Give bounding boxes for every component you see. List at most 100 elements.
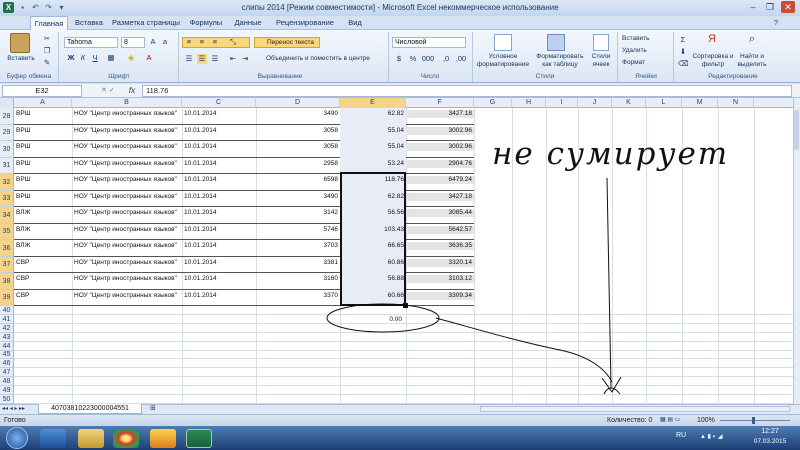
align-left-icon[interactable]: ☰ (184, 54, 194, 64)
column-header-e[interactable]: E (340, 98, 406, 108)
tab-insert[interactable]: Вставка (72, 16, 106, 30)
column-header-l[interactable]: L (646, 98, 682, 108)
cell-a32[interactable]: ВРШ (14, 176, 72, 184)
wrap-text-button[interactable]: Перенос текста (254, 37, 320, 48)
cell-e30[interactable]: 55.04 (340, 143, 406, 151)
cell-d29[interactable]: 3058 (256, 127, 340, 135)
row-header[interactable]: 49 (0, 386, 14, 395)
cell-c36[interactable]: 10.01.2014 (182, 242, 256, 250)
clear-icon[interactable]: ⌫ (678, 59, 689, 69)
column-header-j[interactable]: J (578, 98, 612, 108)
row-header[interactable]: 47 (0, 368, 14, 377)
close-button[interactable]: ✕ (781, 1, 795, 13)
select-all-button[interactable] (0, 98, 14, 108)
zoom-slider[interactable] (720, 420, 790, 421)
column-header-h[interactable]: H (512, 98, 546, 108)
row-header[interactable]: 43 (0, 333, 14, 342)
cell-d39[interactable]: 3370 (256, 292, 340, 300)
new-sheet-icon[interactable]: ⊞ (150, 404, 160, 414)
italic-icon[interactable]: К (78, 53, 88, 63)
tab-review[interactable]: Рецензирование (270, 16, 340, 30)
font-name-combo[interactable]: Tahoma (64, 37, 118, 48)
row-header[interactable]: 46 (0, 359, 14, 368)
cell-f36[interactable]: 3636.35 (406, 242, 474, 250)
conditional-format-icon[interactable] (494, 34, 512, 51)
fill-color-icon[interactable]: ◈ (126, 53, 136, 63)
column-header-b[interactable]: B (72, 98, 182, 108)
row-header[interactable]: 35 (0, 224, 14, 240)
align-top-icon[interactable]: ≡ (184, 37, 194, 47)
format-table-button[interactable]: Форматировать как таблицу (534, 53, 586, 69)
insert-function-button[interactable]: fx (125, 85, 139, 97)
row-header[interactable]: 29 (0, 125, 14, 141)
font-size-combo[interactable]: 8 (121, 37, 145, 48)
sheet-tab-active[interactable]: 40703810223000004551 (38, 404, 142, 414)
media-player-icon[interactable] (40, 429, 66, 448)
horizontal-scrollbar[interactable] (480, 406, 790, 412)
cell-a36[interactable]: ВЛЖ (14, 242, 72, 250)
sort-filter-icon[interactable]: Я (704, 34, 720, 50)
cell-b31[interactable]: НОУ "Центр иностранных языков" (72, 160, 182, 168)
cell-f33[interactable]: 3427.18 (406, 193, 474, 201)
column-header-k[interactable]: K (612, 98, 646, 108)
row-header[interactable]: 33 (0, 191, 14, 207)
language-indicator[interactable]: RU (676, 432, 686, 439)
row-header[interactable]: 39 (0, 290, 14, 306)
row-header[interactable]: 38 (0, 273, 14, 290)
column-header-g[interactable]: G (474, 98, 512, 108)
cell-d30[interactable]: 3058 (256, 143, 340, 151)
cell-b28[interactable]: НОУ "Центр иностранных языков" (72, 110, 182, 118)
number-format-combo[interactable]: Числовой (392, 37, 466, 48)
format-painter-icon[interactable]: ✎ (42, 58, 52, 68)
cell-c30[interactable]: 10.01.2014 (182, 143, 256, 151)
cell-f38[interactable]: 3103.12 (406, 275, 474, 283)
cell-d38[interactable]: 3160 (256, 275, 340, 283)
cell-a29[interactable]: ВРШ (14, 127, 72, 135)
cell-c31[interactable]: 10.01.2014 (182, 160, 256, 168)
1c-icon[interactable] (150, 429, 176, 448)
orientation-icon[interactable]: ⤡ (228, 37, 238, 47)
copy-icon[interactable]: ❐ (42, 46, 52, 56)
cell-d34[interactable]: 3142 (256, 209, 340, 217)
merge-center-button[interactable]: Объединить и поместить в центре (254, 55, 384, 63)
column-header-f[interactable]: F (406, 98, 474, 108)
cell-c28[interactable]: 10.01.2014 (182, 110, 256, 118)
sort-filter-button[interactable]: Сортировка и фильтр (692, 53, 734, 69)
conditional-format-button[interactable]: Условное форматирование (474, 53, 532, 69)
paste-button[interactable]: Вставить (2, 55, 40, 63)
view-mode-icons[interactable]: ▦ ▤ ▭ (660, 416, 690, 425)
start-button[interactable] (6, 427, 28, 449)
row-header[interactable]: 44 (0, 342, 14, 351)
align-right-icon[interactable]: ☰ (210, 54, 220, 64)
cell-b39[interactable]: НОУ "Центр иностранных языков" (72, 292, 182, 300)
cell-c34[interactable]: 10.01.2014 (182, 209, 256, 217)
column-header-c[interactable]: C (182, 98, 256, 108)
align-bottom-icon[interactable]: ≡ (210, 37, 220, 47)
cell-a35[interactable]: ВЛЖ (14, 226, 72, 234)
find-select-button[interactable]: Найти и выделить (734, 53, 770, 69)
cell-a34[interactable]: ВЛЖ (14, 209, 72, 217)
insert-cells-button[interactable]: Вставить (622, 35, 670, 43)
row-header[interactable]: 28 (0, 108, 14, 125)
cell-a39[interactable]: СВР (14, 292, 72, 300)
row-header[interactable]: 36 (0, 240, 14, 257)
shrink-font-icon[interactable]: a (160, 37, 170, 47)
cell-styles-icon[interactable] (593, 34, 609, 51)
column-header-i[interactable]: I (546, 98, 578, 108)
tab-view[interactable]: Вид (344, 16, 366, 30)
column-header-a[interactable]: A (14, 98, 72, 108)
paste-icon[interactable] (10, 33, 30, 53)
row-header[interactable]: 32 (0, 174, 14, 191)
column-header-n[interactable]: N (718, 98, 754, 108)
cell-f28[interactable]: 3427.18 (406, 110, 474, 118)
row-header[interactable]: 42 (0, 324, 14, 333)
cell-e28[interactable]: 62.82 (340, 110, 406, 118)
column-header-m[interactable]: M (682, 98, 718, 108)
cell-c29[interactable]: 10.01.2014 (182, 127, 256, 135)
cell-f39[interactable]: 3309.34 (406, 292, 474, 300)
cell-d37[interactable]: 3381 (256, 259, 340, 267)
cell-d28[interactable]: 3490 (256, 110, 340, 118)
find-select-icon[interactable]: ⌕ (744, 34, 760, 50)
row-header[interactable]: 48 (0, 377, 14, 386)
cell-c38[interactable]: 10.01.2014 (182, 275, 256, 283)
